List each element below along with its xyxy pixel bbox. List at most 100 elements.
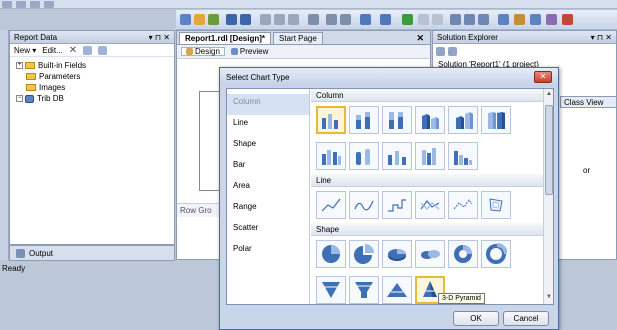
3d-funnel-thumb[interactable]	[349, 276, 379, 304]
tree-item-trib-db[interactable]: − Trib DB	[10, 93, 174, 104]
3d-pie-thumb[interactable]	[382, 240, 412, 268]
edit-button[interactable]: Edit...	[42, 46, 62, 55]
find-icon[interactable]	[308, 14, 319, 25]
scrollbar-thumb[interactable]	[545, 105, 553, 195]
tab-design[interactable]: Design	[181, 47, 225, 56]
smooth-line-thumb[interactable]	[349, 191, 379, 219]
comment-icon[interactable]	[326, 14, 337, 25]
expand-icon[interactable]: +	[16, 62, 23, 69]
tab-report1-design[interactable]: Report1.rdl [Design]*	[179, 32, 272, 44]
undo-icon[interactable]	[360, 14, 371, 25]
redo-icon[interactable]	[380, 14, 391, 25]
3d-cylinder-thumb[interactable]	[349, 142, 379, 170]
folder-icon	[26, 84, 36, 91]
properties-icon[interactable]	[514, 14, 525, 25]
funnel-thumb[interactable]	[316, 276, 346, 304]
paste-icon[interactable]	[288, 14, 299, 25]
report-data-toolbar: New ▾ Edit... ✕	[10, 44, 174, 57]
add-item-icon[interactable]	[208, 14, 219, 25]
save-icon[interactable]	[226, 14, 237, 25]
histogram-icon	[422, 148, 436, 165]
open-file-icon[interactable]	[194, 14, 205, 25]
3d-percent-stacked-column-thumb[interactable]	[481, 106, 511, 134]
ok-button[interactable]: OK	[453, 311, 499, 326]
new-dropdown-button[interactable]: New ▾	[14, 46, 36, 55]
histogram-thumb[interactable]	[415, 142, 445, 170]
category-shape[interactable]: Shape	[227, 136, 309, 157]
tree-item-parameters[interactable]: Parameters	[10, 71, 174, 82]
toolbox-icon[interactable]	[530, 14, 541, 25]
panel-pin-close-icons[interactable]: ▾ ⊓ ✕	[149, 33, 170, 42]
category-bar[interactable]: Bar	[227, 157, 309, 178]
move-down-icon[interactable]	[98, 45, 108, 55]
scroll-up-icon[interactable]: ▲	[545, 91, 553, 99]
step-into-icon[interactable]	[450, 14, 461, 25]
category-column[interactable]: Column	[227, 94, 309, 115]
step-out-icon[interactable]	[478, 14, 489, 25]
category-line[interactable]: Line	[227, 115, 309, 136]
menu-icon[interactable]	[16, 1, 26, 8]
menu-icon[interactable]	[2, 1, 12, 8]
3d-clustered-column-thumb[interactable]	[316, 142, 346, 170]
exploded-pie-thumb[interactable]	[349, 240, 379, 268]
stacked-column-thumb[interactable]	[349, 106, 379, 134]
line-with-markers-thumb[interactable]	[415, 191, 445, 219]
pareto-thumb[interactable]	[448, 142, 478, 170]
exploded-doughnut-icon	[486, 243, 507, 264]
pyramid-thumb[interactable]	[382, 276, 412, 304]
category-scatter[interactable]: Scatter	[227, 220, 309, 241]
toolbox-side-strip[interactable]	[0, 30, 9, 260]
column-chart-thumb[interactable]	[316, 106, 346, 134]
show-all-files-icon[interactable]	[448, 47, 457, 56]
delete-icon[interactable]: ✕	[69, 45, 77, 56]
tab-preview-label: Preview	[239, 47, 269, 56]
cut-icon[interactable]	[260, 14, 271, 25]
step-over-icon[interactable]	[464, 14, 475, 25]
3d-stacked-column-icon	[456, 112, 473, 129]
tab-start-page[interactable]: Start Page	[273, 32, 323, 44]
move-up-icon[interactable]	[83, 45, 93, 55]
3d-cone-column-thumb[interactable]	[382, 142, 412, 170]
tree-item-images[interactable]: Images	[10, 82, 174, 93]
pie-chart-thumb[interactable]	[316, 240, 346, 268]
exploded-doughnut-thumb[interactable]	[481, 240, 511, 268]
menu-icon[interactable]	[44, 1, 54, 8]
doughnut-thumb[interactable]	[448, 240, 478, 268]
gallery-scrollbar[interactable]: ▲ ▼	[543, 89, 553, 304]
stop-icon[interactable]	[432, 14, 443, 25]
close-icon[interactable]: ✕	[534, 71, 552, 83]
3d-stacked-column-thumb[interactable]	[448, 106, 478, 134]
line-chart-thumb[interactable]	[316, 191, 346, 219]
3d-column-thumb[interactable]	[415, 106, 445, 134]
collapse-icon[interactable]: −	[16, 95, 23, 102]
stepped-line-thumb[interactable]	[382, 191, 412, 219]
close-icon[interactable]: ✕	[416, 33, 424, 44]
tree-item-label: Parameters	[39, 72, 81, 81]
scroll-down-icon[interactable]: ▼	[545, 294, 553, 302]
save-all-icon[interactable]	[240, 14, 251, 25]
new-project-icon[interactable]	[180, 14, 191, 25]
category-range[interactable]: Range	[227, 199, 309, 220]
solution-explorer-icon[interactable]	[498, 14, 509, 25]
output-tab[interactable]: Output	[9, 245, 175, 261]
tree-item-built-in-fields[interactable]: + Built-in Fields	[10, 60, 174, 71]
start-debug-icon[interactable]	[402, 14, 413, 25]
uncomment-icon[interactable]	[340, 14, 351, 25]
copy-icon[interactable]	[274, 14, 285, 25]
object-browser-icon[interactable]	[546, 14, 557, 25]
sparkline-thumb[interactable]	[448, 191, 478, 219]
properties-icon[interactable]	[436, 47, 445, 56]
percent-stacked-column-thumb[interactable]	[382, 106, 412, 134]
menu-icon[interactable]	[30, 1, 40, 8]
tab-preview[interactable]: Preview	[227, 47, 272, 56]
pause-icon[interactable]	[418, 14, 429, 25]
3d-pie-icon	[388, 249, 406, 261]
cancel-button[interactable]: Cancel	[503, 311, 549, 326]
panel-pin-close-icons[interactable]: ▾ ⊓ ✕	[591, 33, 612, 42]
tab-class-view[interactable]: Class View	[560, 96, 617, 108]
category-area[interactable]: Area	[227, 178, 309, 199]
error-list-icon[interactable]	[562, 14, 573, 25]
radar-line-thumb[interactable]	[481, 191, 511, 219]
category-polar[interactable]: Polar	[227, 241, 309, 262]
3d-exploded-pie-thumb[interactable]	[415, 240, 445, 268]
